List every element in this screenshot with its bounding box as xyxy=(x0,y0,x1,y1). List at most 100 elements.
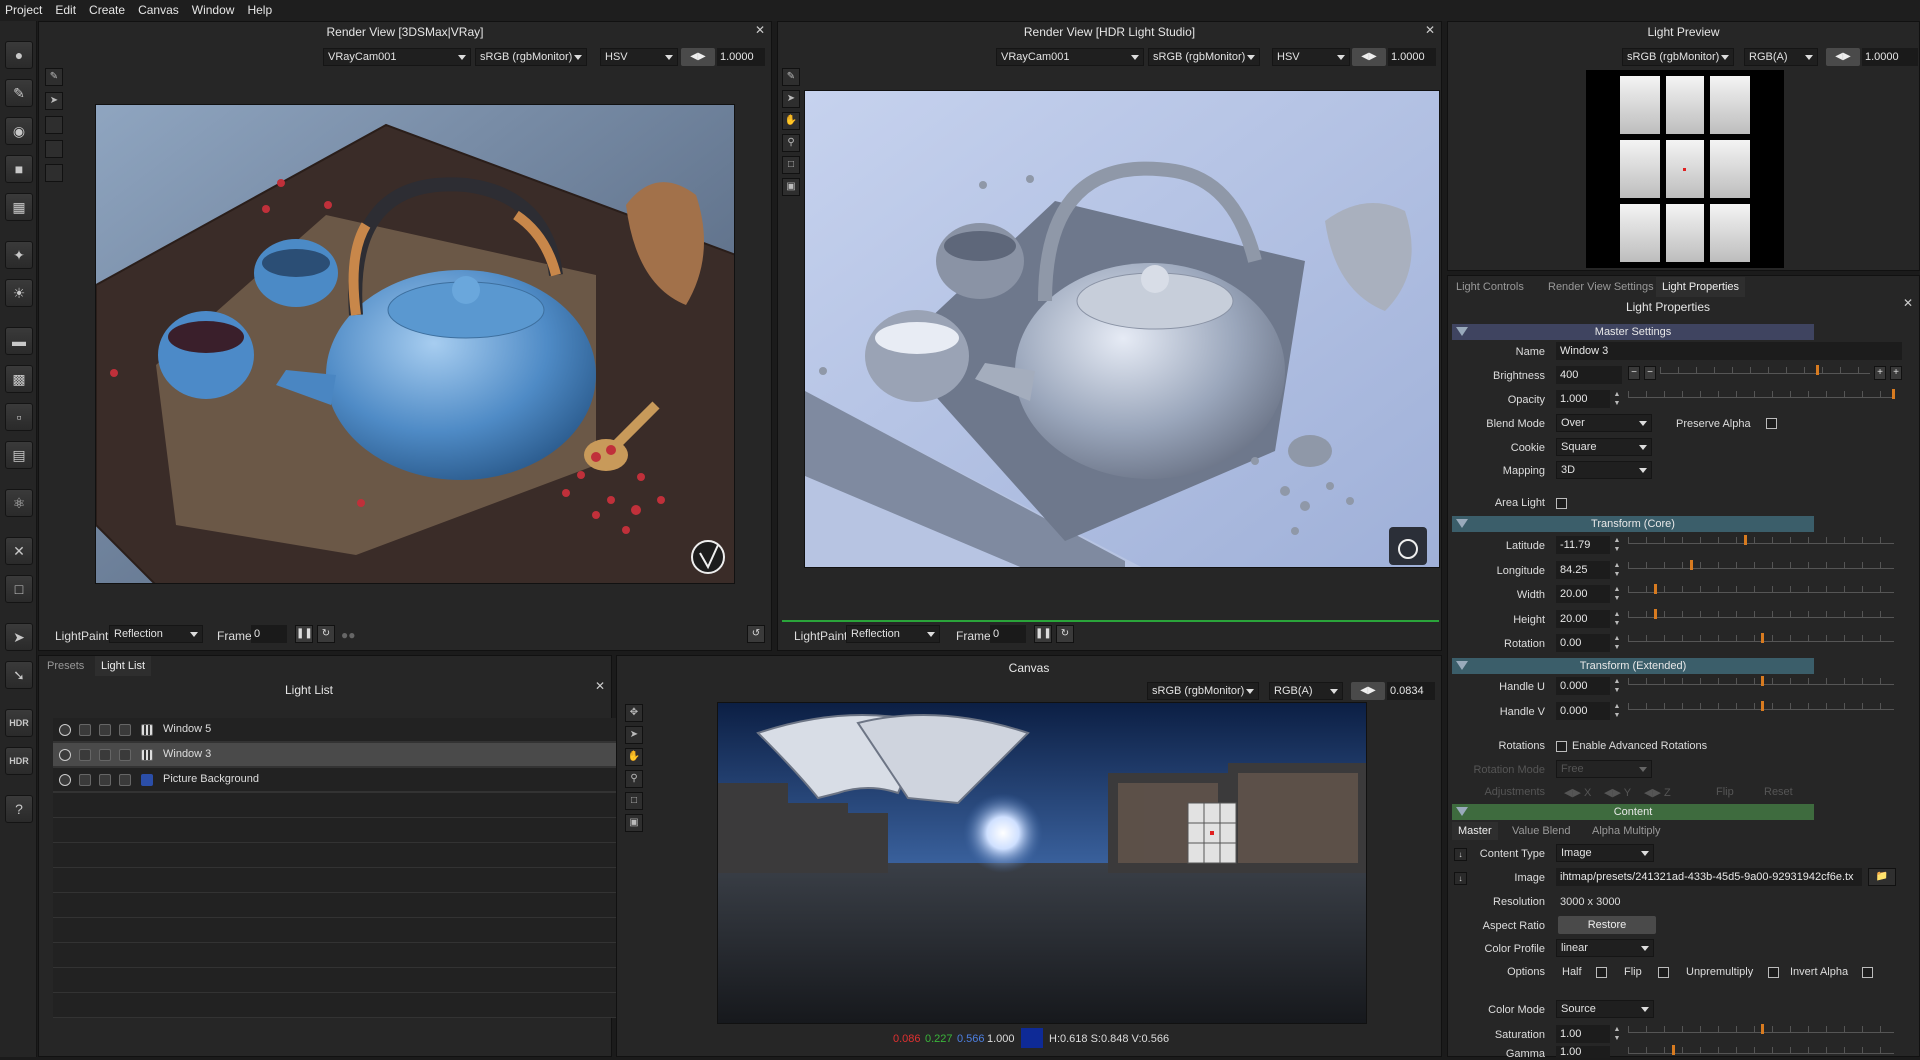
area-light-checkbox[interactable] xyxy=(1556,498,1567,509)
menu-edit[interactable]: Edit xyxy=(50,0,84,21)
visibility-icon[interactable] xyxy=(59,749,71,761)
width-slider[interactable] xyxy=(1628,584,1894,594)
handle-v-input[interactable]: 0.000 xyxy=(1556,702,1610,720)
wand-icon[interactable]: ✦ xyxy=(5,241,33,269)
camera-select[interactable]: VRayCam001 xyxy=(323,48,471,66)
paint-icon[interactable] xyxy=(99,749,111,761)
solo-icon[interactable] xyxy=(79,749,91,761)
lock-icon[interactable] xyxy=(119,724,131,736)
help-icon[interactable]: ? xyxy=(5,795,33,823)
brush-soft-icon[interactable]: ◉ xyxy=(5,117,33,145)
tab-light-controls[interactable]: Light Controls xyxy=(1450,277,1530,297)
subtab-alpha-multiply[interactable]: Alpha Multiply xyxy=(1586,822,1666,840)
atom-icon[interactable]: ⚛ xyxy=(5,489,33,517)
list-item[interactable]: Picture Background xyxy=(53,768,635,792)
spinner-icon[interactable]: ▲ ▼ xyxy=(1612,585,1622,603)
colorspace-select[interactable]: sRGB (rgbMonitor) xyxy=(1147,682,1259,700)
brush-light-icon[interactable]: ● xyxy=(5,41,33,69)
subtab-master[interactable]: Master xyxy=(1452,822,1498,840)
frame-input[interactable]: 0 xyxy=(251,625,287,643)
handle-u-input[interactable]: 0.000 xyxy=(1556,677,1610,695)
option-flip-checkbox[interactable] xyxy=(1658,967,1669,978)
spinner-icon[interactable]: ▲ ▼ xyxy=(1612,702,1622,720)
hand-icon[interactable]: ✋ xyxy=(782,112,800,130)
refresh-icon[interactable]: ↻ xyxy=(1056,625,1074,643)
exposure-value[interactable]: 1.0000 xyxy=(1862,48,1918,66)
transform-core-header[interactable]: Transform (Core) xyxy=(1452,516,1814,532)
sun-icon[interactable]: ☀ xyxy=(5,279,33,307)
mapping-select[interactable]: 3D xyxy=(1556,461,1652,479)
option-unpremultiply-checkbox[interactable] xyxy=(1768,967,1779,978)
minus-icon[interactable]: − xyxy=(1628,366,1640,380)
plus-icon[interactable]: + xyxy=(1890,366,1902,380)
gamma-slider[interactable] xyxy=(1628,1045,1894,1055)
lock-icon[interactable] xyxy=(119,774,131,786)
download-icon[interactable]: ↓ xyxy=(1454,872,1467,885)
crop-icon[interactable]: □ xyxy=(5,575,33,603)
latitude-slider[interactable] xyxy=(1628,535,1894,545)
lightpaint-mode-select[interactable]: Reflection xyxy=(846,625,940,643)
menu-window[interactable]: Window xyxy=(187,0,243,21)
gradient-icon[interactable]: ▬ xyxy=(5,327,33,355)
master-settings-header[interactable]: Master Settings xyxy=(1452,324,1814,340)
map-icon[interactable]: ▤ xyxy=(5,441,33,469)
saturation-slider[interactable] xyxy=(1628,1024,1894,1034)
folder-icon[interactable]: 📁 xyxy=(1868,868,1896,886)
close-circle-icon[interactable]: ✕ xyxy=(5,537,33,565)
close-icon[interactable]: ✕ xyxy=(755,23,765,37)
rotation-slider[interactable] xyxy=(1628,633,1894,643)
content-header[interactable]: Content xyxy=(1452,804,1814,820)
gamma-input[interactable]: 1.00 xyxy=(1556,1046,1610,1058)
mode-select[interactable]: HSV xyxy=(600,48,678,66)
hdr-render-image[interactable] xyxy=(804,90,1440,568)
enable-advanced-rotations-checkbox[interactable] xyxy=(1556,741,1567,752)
cookie-select[interactable]: Square xyxy=(1556,438,1652,456)
longitude-slider[interactable] xyxy=(1628,560,1894,570)
hdr-icon[interactable]: HDR xyxy=(5,709,33,737)
close-icon[interactable]: ✕ xyxy=(1425,23,1435,37)
checker-icon[interactable]: ▦ xyxy=(5,193,33,221)
softbox-icon[interactable]: ▩ xyxy=(5,365,33,393)
lightpaint-mode-select[interactable]: Reflection xyxy=(109,625,203,643)
brightness-slider[interactable] xyxy=(1660,365,1870,375)
list-item[interactable]: Window 5 xyxy=(53,718,635,742)
spinner-icon[interactable]: ▲ ▼ xyxy=(1612,610,1622,628)
fit-icon[interactable]: ▣ xyxy=(625,814,643,832)
download-icon[interactable]: ↓ xyxy=(1454,848,1467,861)
colorspace-select[interactable]: sRGB (rgbMonitor) xyxy=(1622,48,1734,66)
camera-select[interactable]: VRayCam001 xyxy=(996,48,1144,66)
spinner-icon[interactable]: ▲ ▼ xyxy=(1612,1025,1622,1043)
subtab-value-blend[interactable]: Value Blend xyxy=(1506,822,1577,840)
content-type-select[interactable]: Image xyxy=(1556,844,1654,862)
saturation-input[interactable]: 1.00 xyxy=(1556,1025,1610,1043)
exposure-icon[interactable]: ◀▶ xyxy=(1351,682,1385,700)
select-arrow-icon[interactable]: ➤ xyxy=(45,92,63,110)
canvas-hdr-image[interactable] xyxy=(717,702,1367,1024)
transform-extended-header[interactable]: Transform (Extended) xyxy=(1452,658,1814,674)
minus-icon[interactable]: − xyxy=(1644,366,1656,380)
color-profile-select[interactable]: linear xyxy=(1556,939,1654,957)
region-icon[interactable]: □ xyxy=(782,156,800,174)
reset-button[interactable]: Reset xyxy=(1764,786,1793,798)
width-input[interactable]: 20.00 xyxy=(1556,585,1610,603)
rotation-mode-select[interactable]: Free xyxy=(1556,760,1652,778)
colorspace-select[interactable]: sRGB (rgbMonitor) xyxy=(1148,48,1260,66)
option-half-checkbox[interactable] xyxy=(1596,967,1607,978)
pause-icon[interactable]: ❚❚ xyxy=(295,625,313,643)
name-input[interactable]: Window 3 xyxy=(1556,342,1902,360)
height-input[interactable]: 20.00 xyxy=(1556,610,1610,628)
spinner-icon[interactable]: ▲ ▼ xyxy=(1612,677,1622,695)
zoom-icon[interactable]: ⚲ xyxy=(625,770,643,788)
eraser-icon[interactable]: ■ xyxy=(5,155,33,183)
flip-button[interactable]: Flip xyxy=(1716,786,1734,798)
menu-canvas[interactable]: Canvas xyxy=(133,0,187,21)
tab-light-properties[interactable]: Light Properties xyxy=(1656,277,1746,297)
color-mode-select[interactable]: Source xyxy=(1556,1000,1654,1018)
pause-icon[interactable]: ❚❚ xyxy=(1034,625,1052,643)
visibility-icon[interactable] xyxy=(59,724,71,736)
adjust-y-button[interactable]: ◀▶ Y xyxy=(1604,786,1631,799)
select-arrow-icon[interactable]: ➤ xyxy=(782,90,800,108)
snapshot-icon[interactable]: ↺ xyxy=(747,625,765,643)
arrow-down-icon[interactable]: ➘ xyxy=(5,661,33,689)
exposure-value[interactable]: 1.0000 xyxy=(1388,48,1436,66)
